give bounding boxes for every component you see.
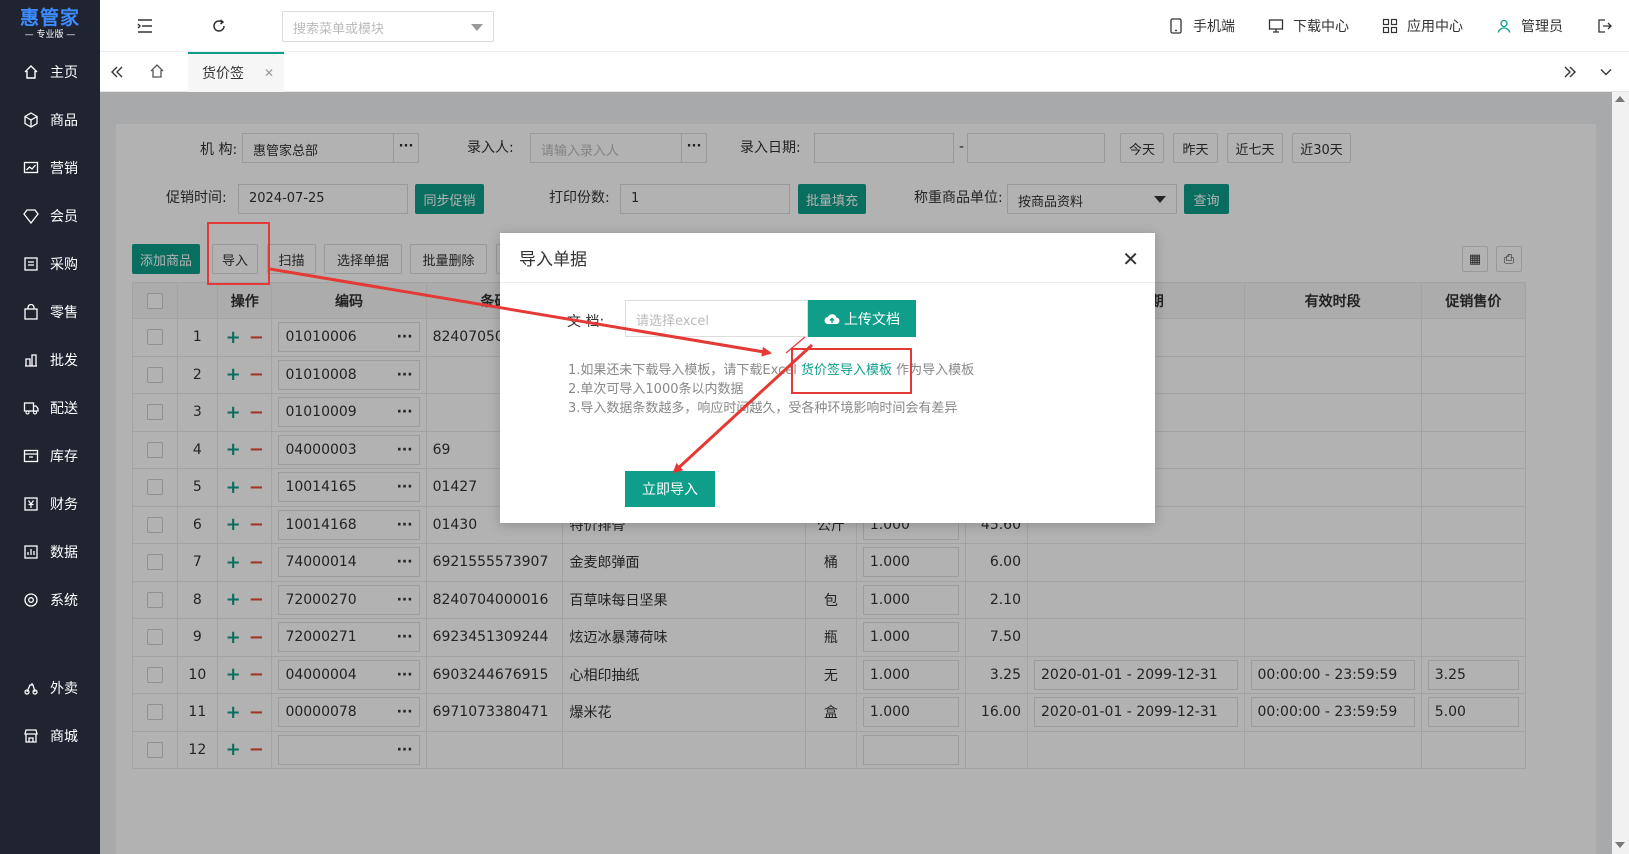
annotation-arrows — [269, 267, 814, 474]
annotation-thin-line — [785, 336, 806, 354]
annotation-arrow-to-template — [269, 267, 772, 357]
annotation-arrow-to-import — [672, 343, 814, 474]
